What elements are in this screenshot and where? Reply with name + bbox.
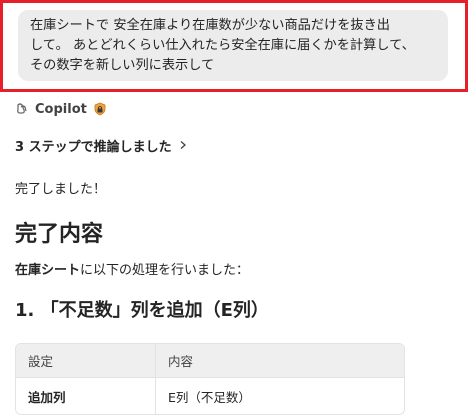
- completion-text: 完了しました！: [15, 182, 107, 197]
- description-text: に以下の処理を行いました：: [80, 263, 250, 278]
- chevron-right-icon: [180, 141, 186, 149]
- sheet-name: 在庫シート: [15, 263, 81, 278]
- table-cell: 追加列: [16, 378, 156, 414]
- reasoning-steps-toggle[interactable]: 3 ステップで推論しました: [15, 136, 188, 155]
- table-cell: E列（不足数）: [168, 389, 251, 405]
- user-message-bubble: 在庫シートで 安全在庫より在庫数が少ない商品だけを抜き出 して。 あとどれくらい…: [18, 10, 448, 81]
- user-message-line-2: して。 あとどれくらい仕入れたら安全在庫に届くかを計算して、: [30, 38, 415, 53]
- lock-shield-icon: [94, 102, 106, 116]
- user-message-line-1: 在庫シートで 安全在庫より在庫数が少ない商品だけを抜き出: [30, 18, 390, 33]
- table-row: 追加列 E列（不足数）: [16, 377, 404, 414]
- user-message-line-3: その数字を新しい列に表示して: [30, 58, 215, 73]
- section-heading: 完了内容: [15, 222, 104, 247]
- user-message-highlight: 在庫シートで 安全在庫より在庫数が少ない商品だけを抜き出 して。 あとどれくらい…: [0, 0, 468, 92]
- assistant-header: Copilot: [15, 99, 107, 119]
- reasoning-steps-label: 3 ステップで推論しました: [15, 139, 172, 155]
- section-description: 在庫シートに以下の処理を行いました：: [15, 259, 249, 278]
- table-header-cell: 設定: [16, 344, 156, 377]
- table-header-cell: 内容: [168, 354, 194, 369]
- table-header-row: 設定 内容: [16, 344, 404, 377]
- settings-table: 設定 内容 追加列 E列（不足数）: [15, 343, 405, 415]
- subsection-heading: 1. 「不足数」列を追加（E列）: [15, 300, 269, 321]
- copilot-logo-icon: [17, 103, 27, 114]
- assistant-name: Copilot: [35, 101, 87, 117]
